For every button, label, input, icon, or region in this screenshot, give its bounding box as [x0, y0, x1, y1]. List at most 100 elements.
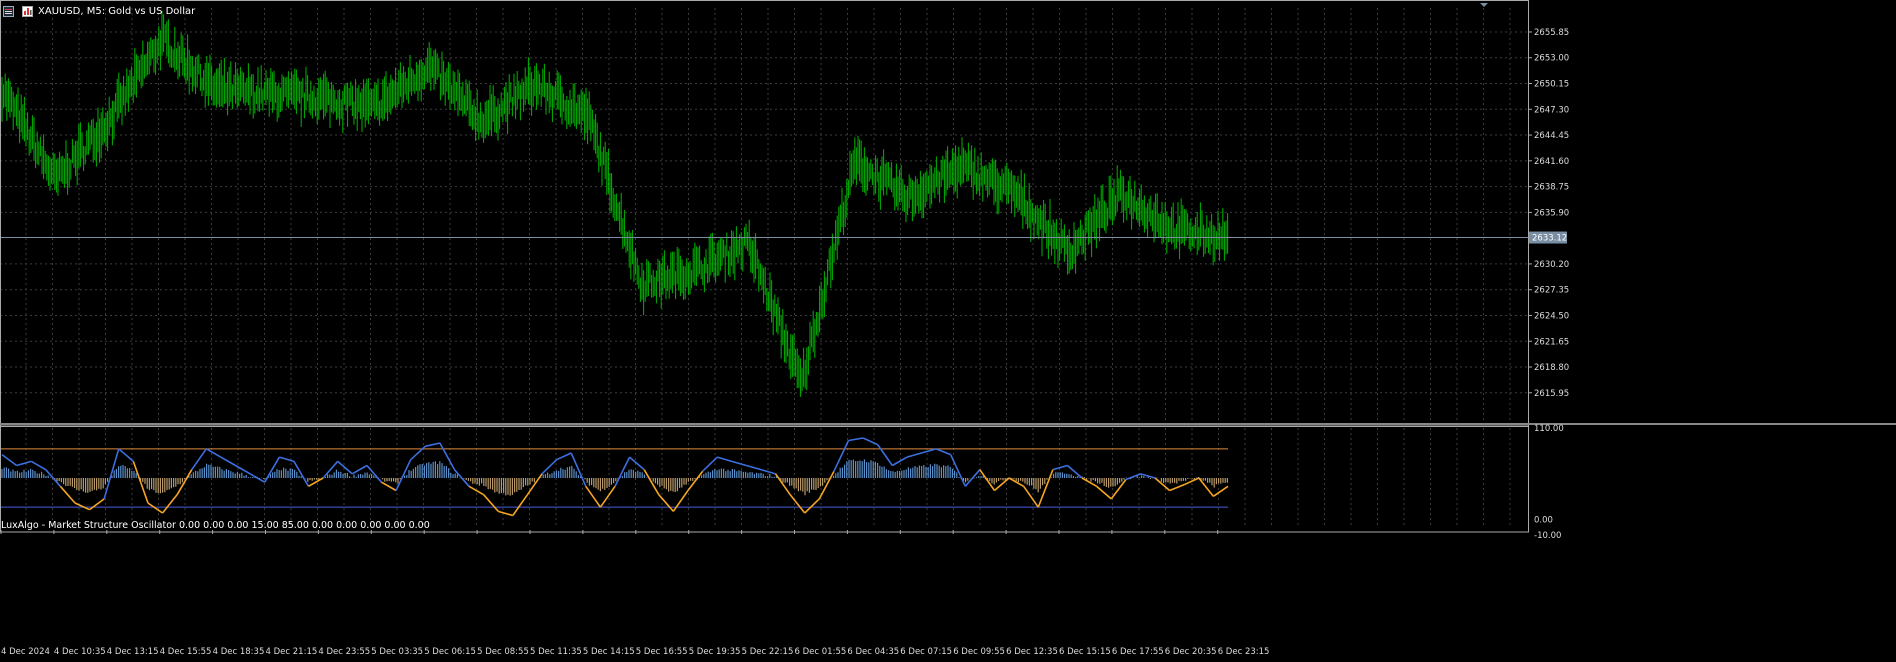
oscillator-segment: [1081, 477, 1098, 488]
oscillator-segment: [746, 464, 762, 471]
indicator-axis-label: 0.00: [1534, 516, 1553, 526]
oscillator-segment: [877, 444, 893, 466]
oscillator-segment: [1, 454, 18, 467]
oscillator-segment: [672, 490, 689, 512]
oscillator-segment: [1096, 485, 1112, 500]
time-axis-label: 4 Dec 23:55: [318, 647, 370, 657]
time-axis-label: 5 Dec 03:35: [371, 647, 423, 657]
time-axis-label: 6 Dec 20:35: [1165, 647, 1217, 657]
oscillator-segment: [498, 510, 514, 517]
oscillator-segment: [848, 437, 864, 442]
time-axis-label: 5 Dec 16:55: [636, 647, 688, 657]
current-price-label: 2633.12: [1532, 234, 1567, 244]
oscillator-segment: [599, 485, 616, 508]
oscillator-segment: [1023, 485, 1039, 508]
oscillator-segment: [30, 460, 47, 471]
trade-panel-icon[interactable]: [22, 5, 33, 17]
oscillator-segment: [176, 469, 193, 496]
oscillator-series: [0, 437, 1229, 517]
price-axis-label: 2653.00: [1534, 54, 1569, 64]
scroll-marker-icon: [1480, 3, 1488, 7]
oscillator-segment: [774, 473, 791, 496]
indicator-title: LuxAlgo - Market Structure Oscillator 0.…: [1, 520, 430, 531]
oscillator-segment: [804, 498, 820, 514]
oscillator-segment: [658, 494, 674, 512]
time-axis-label: 6 Dec 23:15: [1218, 647, 1270, 657]
oscillator-segment: [643, 469, 660, 496]
oscillator-segment: [279, 456, 295, 463]
time-axis-label: 6 Dec 09:55: [953, 647, 1005, 657]
chart-menu-icon[interactable]: [3, 5, 14, 17]
price-axis-label: 2655.85: [1534, 28, 1569, 38]
indicator-axis-label: -10.00: [1534, 531, 1561, 541]
time-axis-label: 5 Dec 06:15: [424, 647, 476, 657]
price-axis-label: 2624.50: [1534, 311, 1569, 321]
oscillator-segment: [118, 448, 134, 462]
oscillator-segment: [89, 498, 105, 511]
time-axis-label: 4 Dec 21:15: [266, 647, 318, 657]
price-axis-label: 2618.80: [1534, 363, 1569, 373]
oscillator-segment: [161, 494, 178, 514]
price-axis-label: 2635.90: [1534, 208, 1569, 218]
price-bars: [1, 11, 1229, 397]
oscillator-segment: [1125, 473, 1141, 481]
oscillator-segment: [731, 460, 747, 467]
time-axis-label: 5 Dec 14:15: [583, 647, 635, 657]
time-axis-label: 6 Dec 01:55: [795, 647, 847, 657]
oscillator-segment: [687, 470, 704, 491]
oscillator-segment: [425, 442, 441, 448]
oscillator-segment: [1052, 464, 1068, 471]
time-axis-label: 5 Dec 22:15: [742, 647, 794, 657]
oscillator-segment: [1066, 464, 1083, 479]
time-axis-label: 6 Dec 12:35: [1006, 647, 1058, 657]
price-axis-label: 2650.15: [1534, 80, 1569, 90]
oscillator-segment: [337, 460, 353, 475]
oscillator-segment: [453, 469, 470, 487]
price-axis-label: 2615.95: [1534, 389, 1569, 399]
oscillator-segment: [483, 494, 499, 512]
time-axis-label: 4 Dec 13:15: [107, 647, 159, 657]
oscillator-segment: [191, 448, 207, 471]
oscillator-segment: [556, 452, 572, 461]
oscillator-segment: [351, 464, 368, 475]
oscillator-segment: [716, 456, 732, 463]
price-series: [0, 11, 1528, 397]
oscillator-segment: [906, 452, 922, 458]
price-axis-label: 2621.65: [1534, 337, 1569, 347]
time-axis-label: 4 Dec 10:35: [54, 647, 106, 657]
time-axis-label: 5 Dec 08:55: [477, 647, 529, 657]
oscillator-segment: [220, 456, 236, 467]
price-axis-label: 2627.35: [1534, 286, 1569, 296]
price-axis-label: 2644.45: [1534, 131, 1569, 141]
time-axis-label: 6 Dec 07:15: [900, 647, 952, 657]
oscillator-segment: [789, 494, 806, 514]
oscillator-segment: [381, 481, 397, 492]
time-axis-label: 4 Dec 15:55: [160, 647, 212, 657]
oscillator-segment: [512, 494, 529, 516]
oscillator-segment: [1169, 483, 1185, 492]
oscillator-segment: [366, 464, 383, 483]
price-axis-label: 2647.30: [1534, 105, 1569, 115]
sub-frame: [0, 425, 1529, 533]
price-chart[interactable]: 2655.85 2653.00 2650.15 2647.30 2644.45 2641.…: [0, 0, 1896, 662]
oscillator-segment: [59, 485, 76, 504]
axes: 2655.85 2653.00 2650.15 2647.30 2644.45 2641.…: [0, 0, 1896, 657]
oscillator-segment: [629, 456, 645, 471]
price-axis-label: 2641.60: [1534, 157, 1569, 167]
oscillator-segment: [862, 437, 879, 446]
time-axis-label: 6 Dec 04:35: [847, 647, 899, 657]
oscillator-segment: [935, 448, 951, 456]
oscillator-segment: [147, 502, 163, 514]
oscillator-segment: [132, 461, 149, 504]
oscillator-segment: [293, 460, 310, 487]
oscillator-segment: [1198, 477, 1215, 497]
price-axis-label: 2630.20: [1534, 260, 1569, 270]
oscillator-segment: [614, 456, 631, 487]
oscillator-segment: [205, 448, 222, 458]
indicator-axis-label: 110.00: [1534, 424, 1564, 434]
oscillator-segment: [308, 477, 324, 488]
histogram-up: [1, 459, 1200, 478]
chart-header: XAUUSD, M5: Gold vs US Dollar: [0, 3, 195, 19]
symbol-title: XAUUSD, M5: Gold vs US Dollar: [38, 5, 196, 17]
time-axis-label: 6 Dec 15:15: [1059, 647, 1111, 657]
